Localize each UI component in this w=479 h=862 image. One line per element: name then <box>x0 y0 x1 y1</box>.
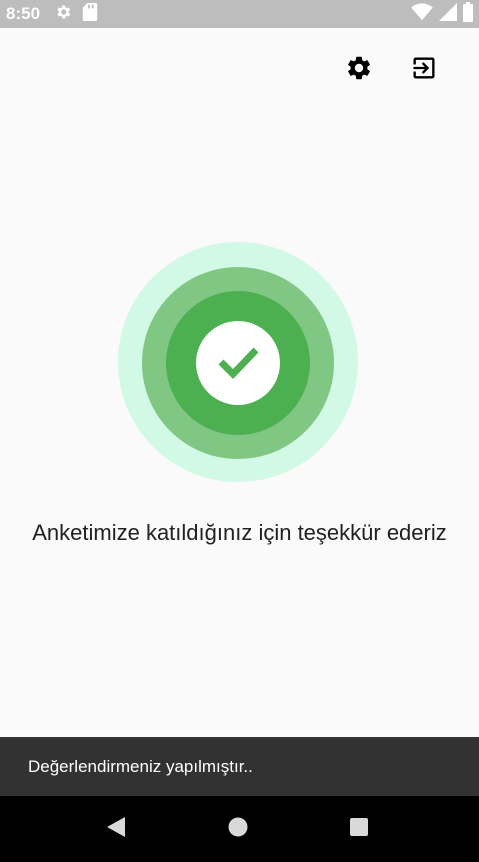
status-right-icons <box>411 1 473 27</box>
home-icon <box>227 816 249 843</box>
navigation-bar <box>0 796 479 862</box>
sd-card-icon <box>82 2 98 26</box>
settings-button[interactable] <box>341 52 377 88</box>
battery-icon <box>463 1 473 27</box>
success-graphic <box>118 242 358 482</box>
recents-icon <box>348 816 370 843</box>
status-time: 8:50 <box>6 4 41 23</box>
logout-icon <box>410 54 438 87</box>
snackbar-text: Değerlendirmeniz yapılmıştır.. <box>28 756 253 776</box>
settings-gear-icon <box>54 3 72 26</box>
wifi-icon <box>411 2 433 26</box>
snackbar: Değerlendirmeniz yapılmıştır.. <box>0 737 479 796</box>
top-actions <box>0 52 479 88</box>
status-bar: 8:50 <box>0 0 479 28</box>
back-button[interactable] <box>101 814 131 844</box>
settings-icon <box>345 54 373 87</box>
check-circle <box>196 321 280 405</box>
thank-you-message: Anketimize katıldığınız için teşekkür ed… <box>32 520 447 545</box>
recents-button[interactable] <box>344 814 374 844</box>
cell-signal-icon <box>439 2 457 26</box>
back-icon <box>105 816 127 843</box>
check-mark-icon <box>208 331 268 396</box>
status-left-icons <box>54 2 98 26</box>
home-button[interactable] <box>223 814 253 844</box>
logout-button[interactable] <box>406 52 442 88</box>
